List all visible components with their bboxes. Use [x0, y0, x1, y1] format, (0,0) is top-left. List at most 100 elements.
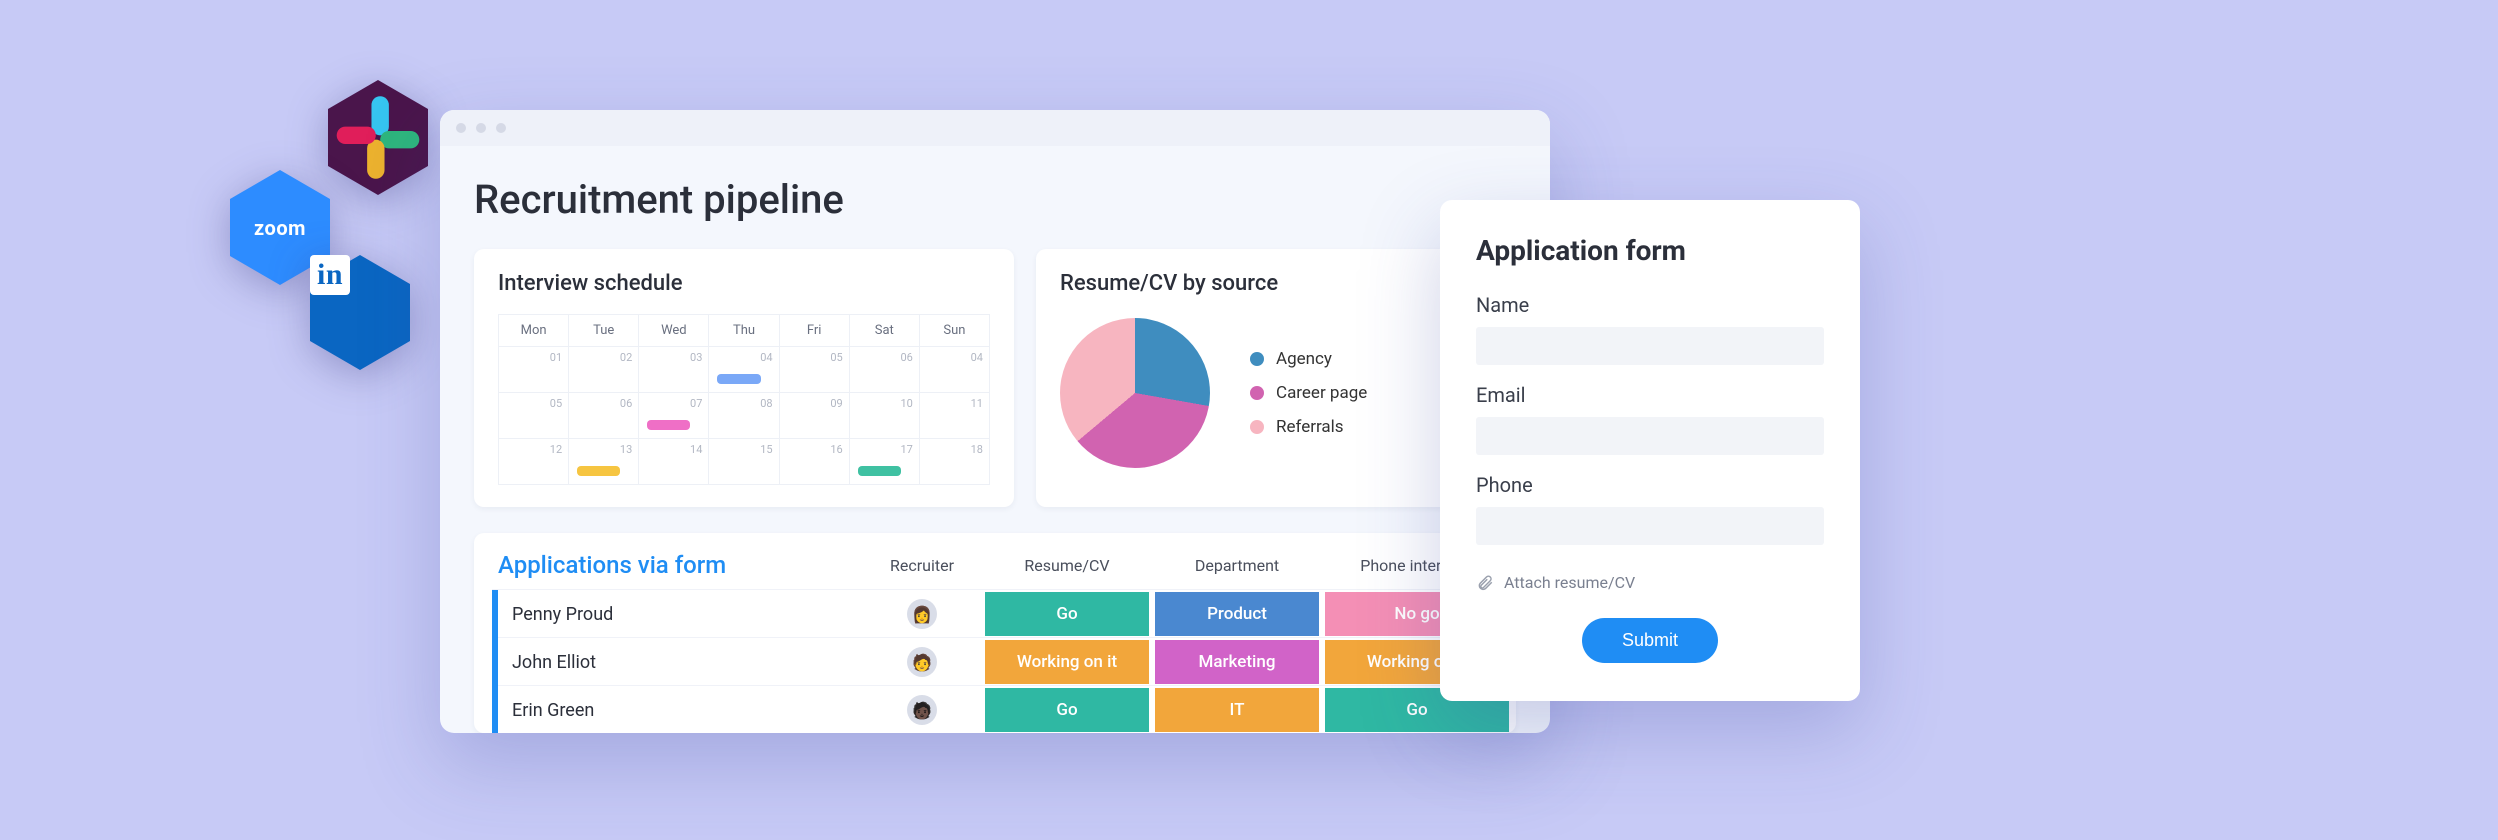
table-row[interactable]: Penny Proud👩GoProductNo go [492, 589, 1512, 637]
interview-schedule-card: Interview schedule MonTueWedThuFriSatSun… [474, 249, 1014, 507]
row-accent-bar [492, 638, 498, 686]
calendar-date: 14 [690, 443, 702, 456]
card-title: Interview schedule [498, 271, 990, 296]
window-dot [476, 123, 486, 133]
column-header-recruiter: Recruiter [862, 556, 982, 575]
calendar-cell[interactable]: 15 [709, 439, 779, 485]
calendar-event-bar[interactable] [647, 420, 690, 430]
email-input[interactable] [1476, 417, 1824, 455]
calendar-day-header: Tue [569, 315, 639, 347]
calendar-cell[interactable]: 05 [780, 347, 850, 393]
legend-label: Referrals [1276, 417, 1344, 437]
applicant-name: Penny Proud [512, 604, 613, 625]
window-dot [456, 123, 466, 133]
window-dot [496, 123, 506, 133]
phone-input[interactable] [1476, 507, 1824, 545]
calendar-cell[interactable]: 18 [920, 439, 990, 485]
calendar-date: 07 [690, 397, 702, 410]
calendar-cell[interactable]: 04 [920, 347, 990, 393]
calendar-cell[interactable]: 10 [850, 393, 920, 439]
applicant-name: John Elliot [512, 652, 596, 673]
calendar-date: 18 [971, 443, 983, 456]
applications-card: Applications via form Recruiter Resume/C… [474, 533, 1516, 733]
applications-title: Applications via form [492, 551, 862, 579]
submit-button[interactable]: Submit [1582, 618, 1718, 663]
applicant-name-cell[interactable]: Erin Green [492, 686, 862, 733]
pie-chart [1060, 318, 1210, 468]
calendar-date: 17 [900, 443, 912, 456]
resume-status-pill[interactable]: Go [985, 688, 1149, 732]
calendar-event-bar[interactable] [858, 466, 901, 476]
calendar-date: 10 [900, 397, 912, 410]
calendar-day-header: Sat [850, 315, 920, 347]
avatar[interactable]: 🧑🏿 [907, 695, 937, 725]
resume-status-pill[interactable]: Working on it [985, 640, 1149, 684]
column-header-department: Department [1152, 556, 1322, 575]
calendar-date: 13 [620, 443, 632, 456]
legend-dot-icon [1250, 386, 1264, 400]
row-accent-bar [492, 686, 498, 733]
department-pill[interactable]: Product [1155, 592, 1319, 636]
name-input[interactable] [1476, 327, 1824, 365]
calendar-date: 12 [550, 443, 562, 456]
calendar-date: 06 [900, 351, 912, 364]
pie-legend: Agency Career page Referrals [1250, 349, 1367, 437]
calendar-cell[interactable]: 06 [569, 393, 639, 439]
label-phone: Phone [1476, 473, 1824, 497]
calendar-cell[interactable]: 11 [920, 393, 990, 439]
calendar-date: 16 [830, 443, 842, 456]
attach-resume-button[interactable]: Attach resume/CV [1476, 573, 1824, 592]
label-name: Name [1476, 293, 1824, 317]
applicant-name-cell[interactable]: Penny Proud [492, 590, 862, 638]
calendar-cell[interactable]: 08 [709, 393, 779, 439]
label-email: Email [1476, 383, 1824, 407]
calendar-cell[interactable]: 16 [780, 439, 850, 485]
department-pill[interactable]: IT [1155, 688, 1319, 732]
calendar-cell[interactable]: 04 [709, 347, 779, 393]
calendar-date: 05 [830, 351, 842, 364]
legend-item: Agency [1250, 349, 1367, 369]
calendar-date: 15 [760, 443, 772, 456]
calendar-day-header: Sun [920, 315, 990, 347]
calendar-day-header: Wed [639, 315, 709, 347]
form-title: Application form [1476, 234, 1824, 267]
calendar-cell[interactable]: 17 [850, 439, 920, 485]
legend-item: Career page [1250, 383, 1367, 403]
calendar-event-bar[interactable] [717, 374, 760, 384]
browser-window: Recruitment pipeline Interview schedule … [440, 110, 1550, 733]
legend-label: Agency [1276, 349, 1332, 369]
legend-label: Career page [1276, 383, 1367, 403]
calendar-day-header: Fri [780, 315, 850, 347]
calendar-cell[interactable]: 13 [569, 439, 639, 485]
calendar-cell[interactable]: 06 [850, 347, 920, 393]
calendar-day-header: Mon [499, 315, 569, 347]
department-pill[interactable]: Marketing [1155, 640, 1319, 684]
attach-label: Attach resume/CV [1504, 573, 1635, 592]
column-header-resume: Resume/CV [982, 556, 1152, 575]
row-accent-bar [492, 590, 498, 638]
table-row[interactable]: John Elliot🧑Working on itMarketingWorkin… [492, 637, 1512, 685]
legend-dot-icon [1250, 352, 1264, 366]
calendar-cell[interactable]: 01 [499, 347, 569, 393]
avatar[interactable]: 🧑 [907, 647, 937, 677]
calendar-date: 04 [971, 351, 983, 364]
table-row[interactable]: Erin Green🧑🏿GoITGo [492, 685, 1512, 733]
avatar[interactable]: 👩 [907, 599, 937, 629]
page-title: Recruitment pipeline [474, 176, 1516, 223]
browser-chrome [440, 110, 1550, 146]
applicant-name-cell[interactable]: John Elliot [492, 638, 862, 686]
paperclip-icon [1476, 574, 1494, 592]
calendar-cell[interactable]: 07 [639, 393, 709, 439]
calendar-day-header: Thu [709, 315, 779, 347]
calendar-cell[interactable]: 05 [499, 393, 569, 439]
calendar-cell[interactable]: 09 [780, 393, 850, 439]
calendar-grid[interactable]: MonTueWedThuFriSatSun0102030405060405060… [498, 314, 990, 485]
calendar-date: 01 [550, 351, 562, 364]
calendar-cell[interactable]: 14 [639, 439, 709, 485]
resume-status-pill[interactable]: Go [985, 592, 1149, 636]
calendar-event-bar[interactable] [577, 466, 620, 476]
calendar-cell[interactable]: 12 [499, 439, 569, 485]
calendar-date: 03 [690, 351, 702, 364]
calendar-cell[interactable]: 03 [639, 347, 709, 393]
calendar-cell[interactable]: 02 [569, 347, 639, 393]
